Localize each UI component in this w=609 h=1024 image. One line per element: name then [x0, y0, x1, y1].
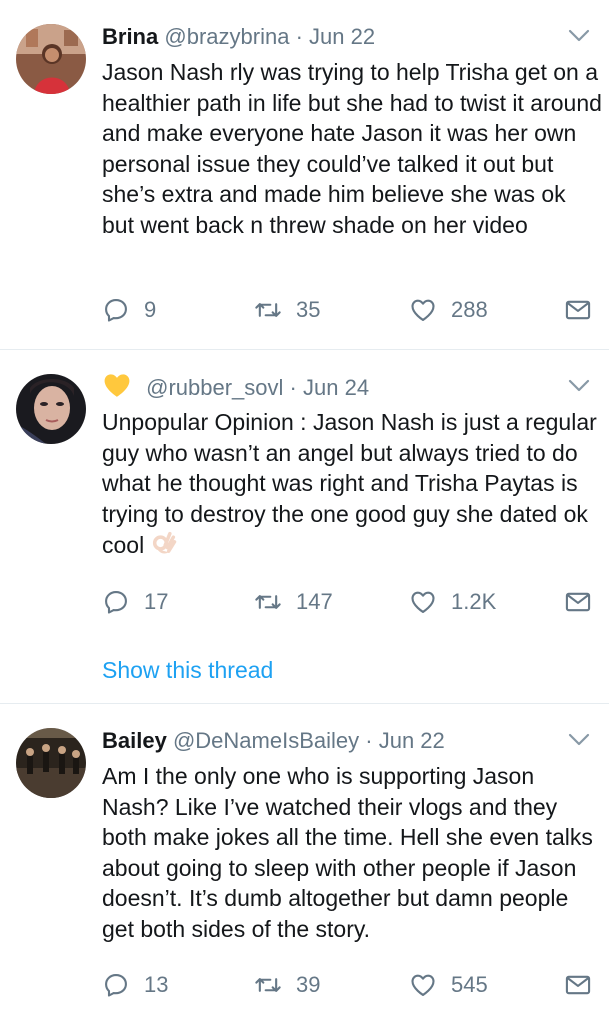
like-icon	[409, 296, 437, 324]
separator-dot: ·	[365, 728, 373, 753]
user-handle[interactable]: @rubber_sovl	[146, 375, 283, 400]
retweet-icon	[254, 588, 282, 616]
reply-count: 9	[144, 297, 157, 322]
avatar[interactable]	[16, 24, 86, 94]
separator-dot: ·	[289, 374, 297, 400]
reply-icon	[102, 971, 130, 999]
chevron-down-icon[interactable]	[567, 378, 591, 394]
reply-button[interactable]: 13	[102, 968, 168, 1002]
tweet-date[interactable]: Jun 22	[379, 728, 445, 753]
reply-count: 17	[144, 589, 169, 614]
message-icon	[564, 588, 592, 616]
avatar[interactable]	[16, 728, 86, 798]
chevron-down-icon[interactable]	[567, 28, 591, 44]
retweet-count: 39	[296, 972, 321, 997]
tweet-text: Am I the only one who is supporting Jaso…	[102, 763, 593, 942]
user-handle[interactable]: @DeNameIsBailey	[173, 728, 359, 753]
tweet-actions: 9 35 288	[102, 293, 597, 327]
tweet-header: Bailey @DeNameIsBailey · Jun 22	[102, 726, 445, 756]
tweet-actions: 17 147 1.2K	[102, 585, 597, 619]
tweet-3[interactable]: Bailey @DeNameIsBailey · Jun 22 Am I the…	[0, 704, 609, 1024]
reply-icon	[102, 296, 130, 324]
retweet-icon	[254, 971, 282, 999]
retweet-count: 147	[296, 589, 333, 614]
retweet-count: 35	[296, 297, 321, 322]
reply-button[interactable]: 17	[102, 585, 168, 619]
tweet-header: @rubber_sovl · Jun 24	[102, 372, 369, 406]
display-name[interactable]: Bailey	[102, 728, 167, 753]
like-button[interactable]: 288	[409, 293, 488, 327]
ok-hand-icon	[150, 529, 178, 565]
reply-count: 13	[144, 972, 169, 997]
reply-icon	[102, 588, 130, 616]
tweet-actions: 13 39 545	[102, 968, 597, 1002]
tweet-date[interactable]: Jun 24	[303, 375, 369, 400]
message-icon	[564, 296, 592, 324]
message-button[interactable]	[564, 585, 606, 619]
tweet-1[interactable]: Brina @brazybrina · Jun 22 Jason Nash rl…	[0, 0, 609, 350]
retweet-icon	[254, 296, 282, 324]
show-thread-link[interactable]: Show this thread	[102, 657, 273, 684]
message-icon	[564, 971, 592, 999]
retweet-button[interactable]: 147	[254, 585, 333, 619]
like-button[interactable]: 1.2K	[409, 585, 496, 619]
avatar[interactable]	[16, 374, 86, 444]
reply-button[interactable]: 9	[102, 293, 156, 327]
yellow-heart-icon	[102, 372, 132, 406]
tweet-text: Jason Nash rly was trying to help Trisha…	[102, 59, 602, 238]
retweet-button[interactable]: 35	[254, 293, 320, 327]
like-icon	[409, 971, 437, 999]
user-handle[interactable]: @brazybrina	[164, 24, 289, 49]
tweet-2[interactable]: @rubber_sovl · Jun 24 Unpopular Opinion …	[0, 350, 609, 704]
message-button[interactable]	[564, 293, 606, 327]
like-button[interactable]: 545	[409, 968, 488, 1002]
display-name[interactable]: Brina	[102, 24, 158, 49]
message-button[interactable]	[564, 968, 606, 1002]
tweet-header: Brina @brazybrina · Jun 22	[102, 22, 375, 52]
separator-dot: ·	[295, 24, 303, 49]
like-count: 1.2K	[451, 589, 497, 614]
tweet-date[interactable]: Jun 22	[309, 24, 375, 49]
chevron-down-icon[interactable]	[567, 732, 591, 748]
retweet-button[interactable]: 39	[254, 968, 320, 1002]
tweet-text-wrap: Unpopular Opinion : Jason Nash is just a…	[102, 407, 602, 565]
like-icon	[409, 588, 437, 616]
like-count: 288	[451, 297, 488, 322]
like-count: 545	[451, 972, 488, 997]
